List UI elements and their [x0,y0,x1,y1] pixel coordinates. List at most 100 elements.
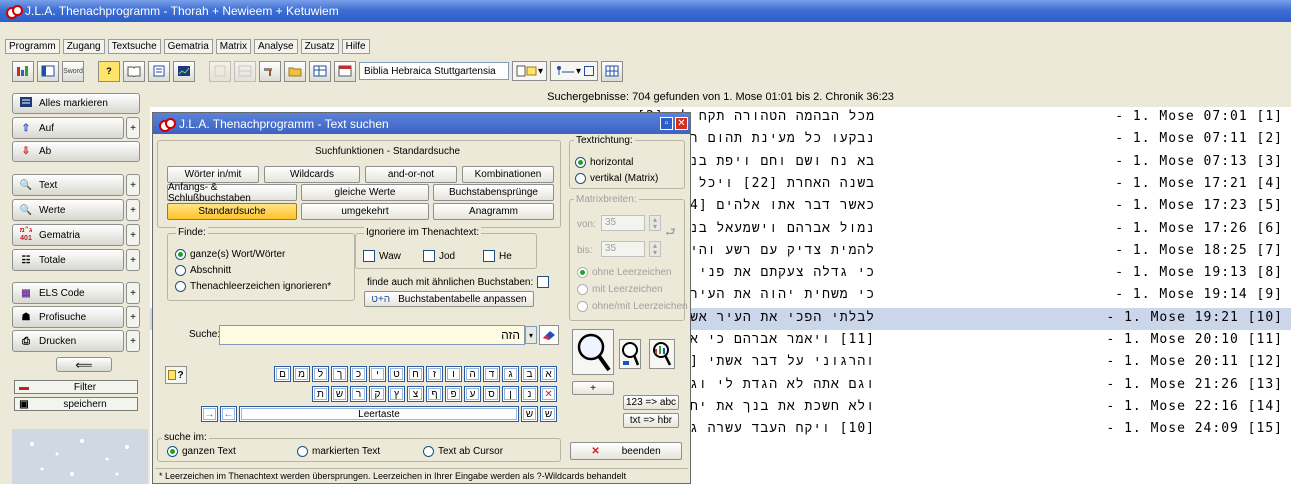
scope-whole-text-radio[interactable]: ganzen Text [167,446,236,457]
hebrew-key[interactable]: ל [312,366,329,382]
up-plus-button[interactable]: + [126,117,140,139]
up-button[interactable]: ⇧ Auf [12,117,124,139]
hebrew-key[interactable]: ן [502,386,519,402]
begin-end-letters-button[interactable]: Anfangs- & Schlußbuchstaben [167,182,297,204]
and-or-not-button[interactable]: and-or-not [365,166,457,183]
key-final-shin-2[interactable]: ש [540,406,557,422]
hebrew-key[interactable]: נ [521,386,538,402]
select-all-button[interactable]: Alles markieren [12,93,140,114]
print-plus-button[interactable]: + [126,330,140,352]
values-button[interactable]: 🔍 Werte [12,199,124,221]
menu-matrix[interactable]: Matrix [215,38,251,54]
hebrew-key[interactable]: ה [464,366,481,382]
gematria-button[interactable]: ג״מ 401 Gematria [12,224,124,246]
find-whole-word-radio[interactable]: ganze(s) Wort/Wörter [175,249,285,260]
pro-search-button[interactable]: ☗ Profisuche [12,306,124,328]
save-button[interactable]: ▣ speichern [14,397,138,411]
view-combo[interactable]: ▾ [512,61,548,81]
els-code-button[interactable]: ▦ ELS Code [12,282,124,304]
hebrew-key[interactable]: ט [388,366,405,382]
to-input[interactable]: 35 [601,241,645,257]
hebrew-key[interactable]: פ [445,386,462,402]
find-section-radio[interactable]: Abschnitt [175,265,231,276]
vertical-radio[interactable]: vertikal (Matrix) [575,173,658,184]
convert-to-abc-button[interactable]: 123 => abc [623,395,679,410]
arrow-left-key[interactable]: ← [220,406,237,422]
values-plus-button[interactable]: + [126,199,140,221]
filter-button[interactable]: ▬ Filter [14,380,138,394]
folder-icon[interactable] [284,60,306,82]
grid-icon[interactable] [601,60,624,82]
text-search-button[interactable]: 🔍 Text [12,174,124,196]
wildcards-button[interactable]: Wildcards [264,166,360,183]
menu-analyse[interactable]: Analyse [254,38,298,54]
book-icon[interactable] [123,60,145,82]
no-spaces-radio[interactable]: ohne Leerzeichen [577,267,672,278]
scope-marked-text-radio[interactable]: markierten Text [297,446,380,457]
search-next-button[interactable] [619,339,641,369]
restore-icon[interactable]: ▫ [660,117,673,130]
bible-select[interactable]: Biblia Hebraica Stuttgartensia [359,62,509,80]
delete-key[interactable]: ✕ [540,386,557,402]
hebrew-key[interactable]: ש [331,386,348,402]
hebrew-key[interactable]: צ [407,386,424,402]
search-statistics-button[interactable] [649,339,675,369]
search-button[interactable] [572,329,614,375]
hebrew-key[interactable]: ב [521,366,538,382]
hebrew-key[interactable]: ך [331,366,348,382]
print-button[interactable]: ⎙ Drucken [12,330,124,352]
arrow-right-key[interactable]: → [201,406,218,422]
hammer-icon[interactable] [259,60,281,82]
hebrew-key[interactable]: ס [483,386,500,402]
scope-from-cursor-radio[interactable]: Text ab Cursor [423,446,503,457]
standard-search-button[interactable]: Standardsuche [167,203,297,220]
eraser-button[interactable] [539,325,559,345]
close-icon[interactable]: ✕ [675,117,688,130]
same-values-button[interactable]: gleiche Werte [301,184,429,201]
hebrew-key[interactable]: מ [293,366,310,382]
hebrew-key[interactable]: ת [312,386,329,402]
els-plus-button[interactable]: + [126,282,140,304]
ignore-he-checkbox[interactable]: He [483,250,512,262]
hebrew-key[interactable]: ר [350,386,367,402]
sword-button[interactable]: Sword [62,60,84,82]
hebrew-key[interactable]: ץ [388,386,405,402]
with-spaces-radio[interactable]: mit Leerzeichen [577,284,663,295]
help-button[interactable]: ? [98,60,120,82]
menu-zusatz[interactable]: Zusatz [300,38,339,54]
key-final-shin-1[interactable]: ש [521,406,538,422]
hebrew-key[interactable]: ד [483,366,500,382]
down-button[interactable]: ⇩ Ab [12,141,140,162]
reverse-button[interactable]: umgekehrt [301,203,429,220]
space-key[interactable]: Leertaste [239,406,519,422]
search-history-dropdown[interactable]: ▾ [525,326,537,344]
combinations-button[interactable]: Kombinationen [462,166,554,183]
hebrew-key[interactable]: ע [464,386,481,402]
end-button[interactable]: ✕ beenden [570,442,682,460]
gematria-plus-button[interactable]: + [126,224,140,246]
person-combo[interactable]: ▾ [550,61,599,81]
convert-to-hebrew-button[interactable]: txt => hbr [623,413,679,428]
menu-zugang[interactable]: Zugang [62,38,105,54]
words-in-button[interactable]: Wörter in/mit [167,166,259,183]
document-icon[interactable] [148,60,170,82]
anagram-button[interactable]: Anagramm [433,203,554,220]
search-input[interactable]: הזה [219,325,525,345]
find-ignore-spaces-radio[interactable]: Thenachleerzeichen ignorieren* [175,281,331,292]
graph-icon[interactable] [173,60,195,82]
text-plus-button[interactable]: + [126,174,140,196]
letter-jumps-button[interactable]: Buchstabensprünge [433,184,554,201]
with-without-spaces-radio[interactable]: ohne/mit Leerzeichen [577,301,688,312]
totals-plus-button[interactable]: + [126,249,140,271]
menu-textsuche[interactable]: Textsuche [107,38,161,54]
chart-icon[interactable] [12,60,34,82]
back-arrow-button[interactable]: ⟸ [56,357,112,372]
hebrew-key[interactable]: ו [445,366,462,382]
keyboard-help-button[interactable]: ? [165,366,187,384]
hebrew-key[interactable]: י [369,366,386,382]
pro-search-plus-button[interactable]: + [126,306,140,328]
small-plus-button[interactable]: + [572,381,614,395]
to-spinner-icon[interactable]: ▴ ▾ [649,241,661,257]
table-icon[interactable] [309,60,331,82]
menu-gematria[interactable]: Gematria [163,38,213,54]
